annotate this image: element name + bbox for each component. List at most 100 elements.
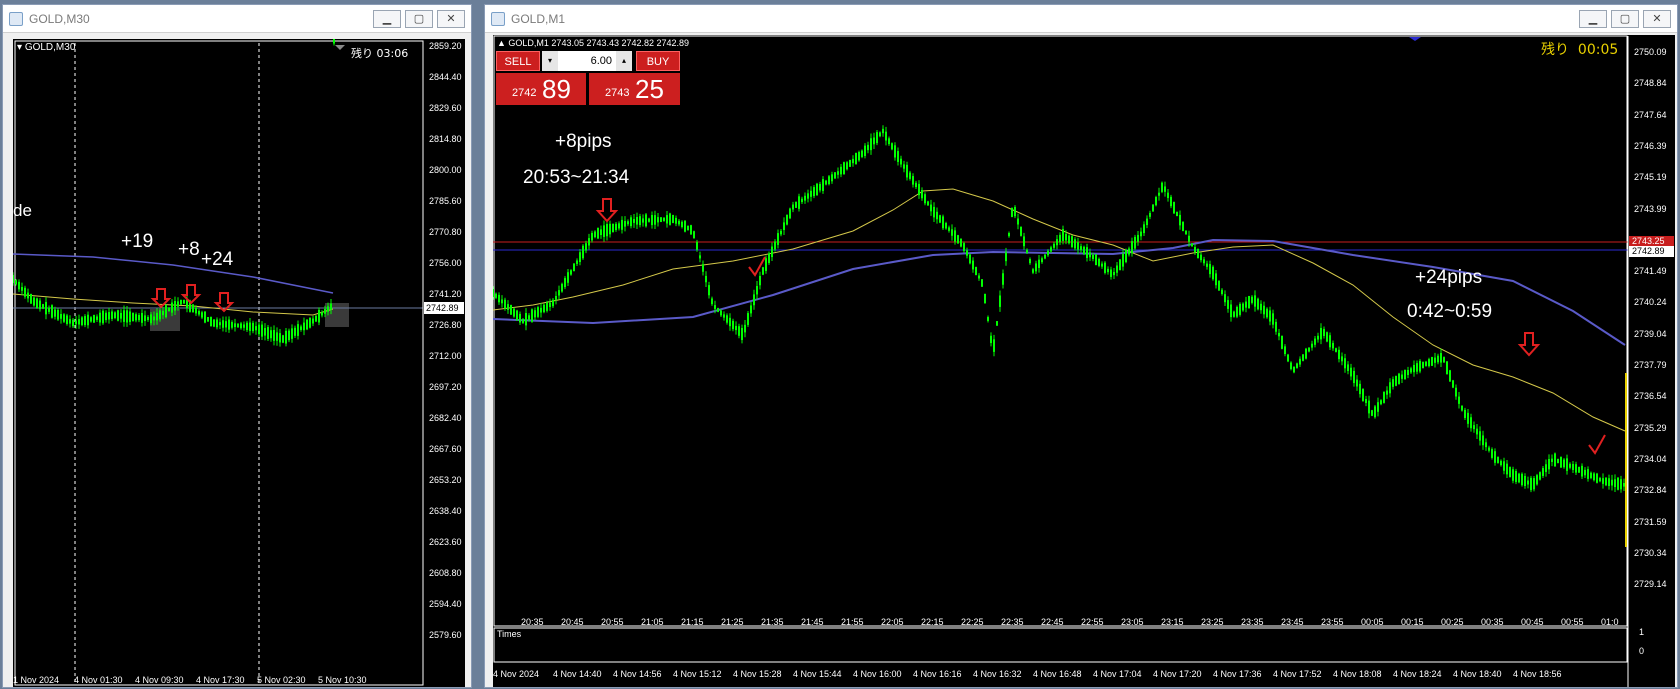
time-axis-label: 4 Nov 16:32 xyxy=(973,669,1022,679)
price-scale-label: 2667.60 xyxy=(429,444,462,454)
maximize-button[interactable]: ▢ xyxy=(1611,9,1639,28)
price-scale-label: 2638.40 xyxy=(429,506,462,516)
trade-panel: SELL ▾ 6.00 ▴ BUY 2742 89 2743 25 xyxy=(496,51,680,105)
m1-time-axis[interactable]: 4 Nov 2024 4 Nov 14:40 4 Nov 14:56 4 Nov 15… xyxy=(493,669,1628,683)
price-scale-label: 2844.40 xyxy=(429,72,462,82)
m30-chart-window[interactable]: GOLD,M30 ▁ ▢ ✕ ▾ GOLD,M30 残り 03:06 de +1… xyxy=(2,4,472,688)
m30-partial-label: de xyxy=(13,201,32,220)
price-scale-label: 2741.49 xyxy=(1634,266,1667,277)
m30-annotation-2: +8 xyxy=(178,239,200,260)
time-axis-label: 22:45 xyxy=(1041,617,1064,627)
m30-price-scale[interactable]: 2859.20 2844.40 2829.60 2814.80 2800.00 2785.… xyxy=(425,39,465,687)
time-axis-label: 4 Nov 2024 xyxy=(493,669,540,679)
m1-price-scale[interactable]: 2750.09 2748.84 2747.64 2746.39 2745.19 2743.… xyxy=(1630,35,1675,625)
price-scale-label: 2747.64 xyxy=(1634,109,1667,120)
time-axis-label: 22:05 xyxy=(881,617,904,627)
time-axis-label: 01:0 xyxy=(1601,617,1619,627)
time-axis-label: 4 Nov 16:16 xyxy=(913,669,962,679)
m1-titlebar[interactable]: GOLD,M1 ▁ ▢ ✕ xyxy=(485,5,1677,33)
m1-annotation-2-time: 0:42~0:59 xyxy=(1407,301,1493,322)
buy-button[interactable]: BUY xyxy=(636,51,680,71)
time-axis-label: 4 Nov 17:20 xyxy=(1153,669,1202,679)
price-scale-label: 2729.14 xyxy=(1634,579,1667,590)
time-axis-label: 23:45 xyxy=(1281,617,1304,627)
m1-window-title: GOLD,M1 xyxy=(511,11,566,26)
m30-chart-svg[interactable] xyxy=(13,39,465,687)
time-axis-label: 4 Nov 18:56 xyxy=(1513,669,1562,679)
time-axis-label: 21:15 xyxy=(681,617,704,627)
price-scale-label: 2732.84 xyxy=(1634,485,1667,496)
m1-exit-mark-2 xyxy=(1588,434,1606,455)
minimize-button[interactable]: ▁ xyxy=(373,9,401,28)
lot-down-button[interactable]: ▾ xyxy=(542,51,558,71)
time-axis-label: 23:35 xyxy=(1241,617,1264,627)
price-scale-label: 2608.80 xyxy=(429,568,462,578)
buy-price-button[interactable]: 2743 25 xyxy=(589,73,680,105)
time-axis-label: 4 Nov 16:00 xyxy=(853,669,902,679)
time-axis-label: 1 Nov 2024 xyxy=(13,675,60,685)
price-scale-label: 2712.00 xyxy=(429,351,462,361)
time-axis-label: 21:45 xyxy=(801,617,824,627)
price-scale-label: 2748.84 xyxy=(1634,78,1667,89)
close-button[interactable]: ✕ xyxy=(437,9,465,28)
time-axis-label: 4 Nov 15:28 xyxy=(733,669,782,679)
price-scale-label: 2745.19 xyxy=(1634,172,1667,183)
m30-arrow-2 xyxy=(180,284,202,305)
m30-timer: 残り 03:06 xyxy=(351,47,409,60)
time-axis-label: 21:25 xyxy=(721,617,744,627)
scroll-marker-icon xyxy=(335,45,345,50)
indicator-scale-1: 1 xyxy=(1639,627,1645,637)
m30-time-axis[interactable]: 1 Nov 2024 4 Nov 01:30 4 Nov 09:30 4 Nov 17… xyxy=(13,675,423,687)
price-scale-label: 2579.60 xyxy=(429,630,462,640)
time-axis-label: 4 Nov 17:30 xyxy=(196,675,245,685)
m30-ma-slow-line xyxy=(13,253,334,294)
m30-titlebar[interactable]: GOLD,M30 ▁ ▢ ✕ xyxy=(3,5,471,33)
time-axis-label: 22:55 xyxy=(1081,617,1104,627)
price-scale-label: 2859.20 xyxy=(429,41,462,51)
time-axis-label: 23:25 xyxy=(1201,617,1224,627)
m1-annotation-1-time: 20:53~21:34 xyxy=(523,167,630,188)
price-scale-label: 2814.80 xyxy=(429,134,462,144)
minimize-button[interactable]: ▁ xyxy=(1579,9,1607,28)
chart-window-icon xyxy=(491,11,505,26)
maximize-button[interactable]: ▢ xyxy=(405,9,433,28)
time-axis-label: 23:15 xyxy=(1161,617,1184,627)
time-axis-label: 4 Nov 09:30 xyxy=(135,675,184,685)
sell-button[interactable]: SELL xyxy=(496,51,540,71)
price-scale-label: 2750.09 xyxy=(1634,47,1667,57)
price-scale-label: 2785.60 xyxy=(429,196,462,206)
price-scale-label: 2770.80 xyxy=(429,227,462,237)
time-axis-label: 4 Nov 01:30 xyxy=(74,675,123,685)
time-axis-label: 23:55 xyxy=(1321,617,1344,627)
sell-price-small: 89 xyxy=(542,74,571,104)
time-axis-label: 22:35 xyxy=(1001,617,1024,627)
m1-arrow-2 xyxy=(1517,332,1541,357)
m1-timer-label: 残り xyxy=(1541,42,1569,58)
time-axis-label: 4 Nov 18:24 xyxy=(1393,669,1442,679)
price-scale-label: 2623.60 xyxy=(429,537,462,547)
time-axis-label: 22:15 xyxy=(921,617,944,627)
m1-chart-area[interactable]: ▲ GOLD,M1 2743.05 2743.43 2742.82 2742.8… xyxy=(493,35,1675,687)
lot-up-button[interactable]: ▴ xyxy=(616,51,632,71)
m1-chart-window[interactable]: GOLD,M1 ▁ ▢ ✕ ▲ GOLD,M1 2743.05 2743.43 … xyxy=(484,4,1678,688)
m1-current-price-tag: 2742.89 xyxy=(1629,246,1674,257)
time-axis-label: 22:25 xyxy=(961,617,984,627)
price-scale-label: 2735.29 xyxy=(1634,422,1667,433)
close-button[interactable]: ✕ xyxy=(1643,9,1671,28)
time-axis-label: 20:55 xyxy=(601,617,624,627)
sell-price-button[interactable]: 2742 89 xyxy=(496,73,586,105)
m30-chart-area[interactable]: ▾ GOLD,M30 残り 03:06 de +19 +8 +24 2859.2… xyxy=(13,39,465,687)
time-axis-label: 00:05 xyxy=(1361,617,1384,627)
time-axis-label: 4 Nov 17:52 xyxy=(1273,669,1322,679)
time-axis-label: 4 Nov 17:36 xyxy=(1213,669,1262,679)
buy-price-big: 2743 xyxy=(605,87,630,99)
m30-current-price-tag: 2742.89 xyxy=(424,302,464,314)
price-scale-label: 2697.20 xyxy=(429,382,462,392)
time-axis-label: 21:05 xyxy=(641,617,664,627)
price-scale-label: 2746.39 xyxy=(1634,140,1667,151)
m1-chart-svg[interactable] xyxy=(493,35,1675,687)
time-axis-label: 21:55 xyxy=(841,617,864,627)
m30-candles xyxy=(13,39,335,347)
lot-size-input[interactable]: 6.00 xyxy=(558,51,616,71)
time-axis-label: 23:05 xyxy=(1121,617,1144,627)
